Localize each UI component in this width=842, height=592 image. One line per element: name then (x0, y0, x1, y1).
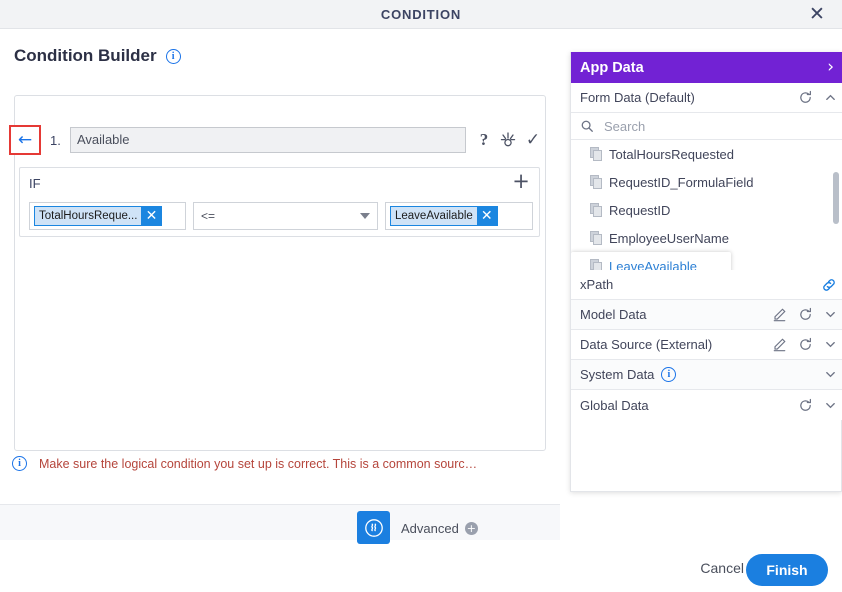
list-item-label: RequestID (609, 202, 671, 218)
warning-info-icon: i (12, 456, 27, 471)
operator-select[interactable]: <= (193, 202, 378, 230)
section-xpath[interactable]: xPath (571, 270, 842, 300)
app-data-title: App Data (580, 59, 644, 76)
section-global-data-label: Global Data (580, 397, 649, 413)
warning-text: Make sure the logical condition you set … (39, 456, 478, 471)
list-item-label: EmployeeUserName (609, 230, 729, 246)
edit-icon[interactable] (772, 307, 787, 322)
section-system-data-label: System Data (580, 367, 655, 382)
if-label: IF (29, 176, 41, 191)
right-operand-label: LeaveAvailable (391, 207, 477, 225)
advanced-label: Advanced (401, 521, 459, 536)
list-item-label: LeaveAvailable (609, 258, 697, 271)
operator-label: <= (201, 209, 216, 223)
advanced-add-icon[interactable]: + (464, 522, 478, 535)
chevron-down-icon[interactable] (360, 213, 370, 219)
chevron-down-icon[interactable] (824, 308, 837, 321)
search-input[interactable] (602, 117, 802, 135)
list-item[interactable]: EmployeeUserName (571, 224, 842, 252)
section-data-source[interactable]: Data Source (External) (571, 330, 842, 360)
app-data-header[interactable]: App Data › (571, 52, 842, 83)
field-icon (590, 259, 603, 270)
left-operand-remove-icon[interactable]: ✕ (141, 207, 161, 225)
list-item-label: TotalHoursRequested (609, 146, 735, 162)
help-icon[interactable]: ? (472, 128, 496, 152)
right-operand-slot[interactable]: LeaveAvailable ✕ (385, 202, 533, 230)
chevron-down-icon[interactable] (824, 399, 837, 412)
section-model-data[interactable]: Model Data (571, 300, 842, 330)
left-operand-slot[interactable]: TotalHoursReque... ✕ (29, 202, 186, 230)
section-global-data[interactable]: Global Data (571, 390, 842, 420)
left-operand-label: TotalHoursReque... (35, 207, 142, 225)
field-icon (590, 147, 603, 161)
condition-index: 1. (50, 133, 61, 148)
add-condition-icon[interactable]: + (510, 171, 532, 193)
chevron-up-icon[interactable] (824, 91, 837, 104)
chevron-down-icon[interactable] (824, 368, 837, 381)
list-item-label: RequestID_FormulaField (609, 174, 754, 190)
condition-builder-pane: Condition Builder i ← 1. Available ? ✓ I… (0, 29, 560, 532)
section-xpath-label: xPath (580, 277, 614, 292)
refresh-icon[interactable] (798, 337, 813, 352)
if-group: IF + TotalHoursReque... ✕ <= LeaveAvaila… (19, 167, 540, 237)
search-row[interactable] (571, 113, 842, 140)
search-icon (580, 119, 594, 133)
right-operand-remove-icon[interactable]: ✕ (477, 207, 497, 225)
debug-icon[interactable] (496, 128, 520, 152)
field-icon (590, 175, 603, 189)
advanced-icon[interactable] (357, 511, 390, 544)
form-data-field-list[interactable]: TotalHoursRequested RequestID_FormulaFie… (571, 140, 842, 270)
section-data-source-label: Data Source (External) (580, 337, 713, 352)
info-icon[interactable]: i (165, 48, 181, 64)
left-operand-chip[interactable]: TotalHoursReque... ✕ (34, 206, 163, 226)
info-icon[interactable]: i (661, 367, 677, 382)
field-list-scrollbar[interactable] (833, 172, 839, 224)
window-title: CONDITION (380, 7, 462, 22)
section-system-data[interactable]: System Data i (571, 360, 842, 390)
advanced-button[interactable]: Advanced + (401, 521, 478, 536)
page-title-row: Condition Builder i (14, 46, 181, 66)
right-operand-chip[interactable]: LeaveAvailable ✕ (390, 206, 498, 226)
chevron-right-icon[interactable]: › (827, 59, 834, 76)
back-arrow-icon: ← (17, 129, 33, 150)
cancel-button[interactable]: Cancel (700, 560, 744, 576)
section-form-data-label: Form Data (Default) (580, 90, 695, 105)
list-item-selected[interactable]: LeaveAvailable (571, 252, 731, 270)
section-form-data[interactable]: Form Data (Default) (571, 83, 842, 113)
page-title: Condition Builder (14, 46, 157, 65)
finish-button[interactable]: Finish (746, 554, 828, 586)
condition-name-input[interactable]: Available (70, 127, 466, 153)
validate-check-icon[interactable]: ✓ (521, 128, 545, 152)
refresh-icon[interactable] (798, 398, 813, 413)
window-title-bar: CONDITION ✕ (0, 0, 842, 29)
link-icon[interactable] (821, 277, 837, 293)
warning-row: i Make sure the logical condition you se… (12, 456, 552, 471)
back-button[interactable]: ← (9, 125, 41, 155)
close-icon[interactable]: ✕ (800, 0, 834, 29)
refresh-icon[interactable] (798, 307, 813, 322)
chevron-down-icon[interactable] (824, 338, 837, 351)
app-data-panel: App Data › Form Data (Default) Search To… (570, 52, 842, 492)
field-icon (590, 203, 603, 217)
field-icon (590, 231, 603, 245)
list-item[interactable]: RequestID (571, 196, 842, 224)
section-model-data-label: Model Data (580, 307, 647, 322)
list-item[interactable]: TotalHoursRequested (571, 140, 842, 168)
list-item[interactable]: RequestID_FormulaField (571, 168, 842, 196)
refresh-icon[interactable] (798, 90, 813, 105)
edit-icon[interactable] (772, 337, 787, 352)
